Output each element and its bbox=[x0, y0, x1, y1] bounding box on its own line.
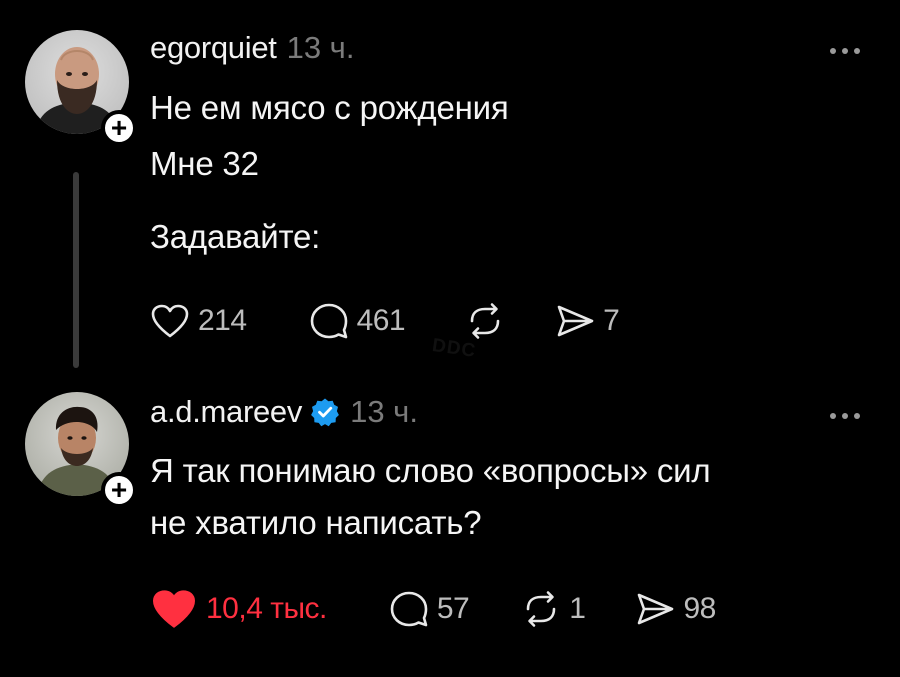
repost-icon bbox=[526, 591, 556, 627]
like-count: 10,4 тыс. bbox=[206, 592, 327, 625]
share-button[interactable]: 7 bbox=[555, 303, 620, 339]
post: + egorquiet 13 ч. Не ем мясо с рождения … bbox=[0, 0, 900, 380]
post-header: egorquiet 13 ч. bbox=[150, 30, 354, 66]
reply-count: 57 bbox=[436, 592, 470, 625]
like-button[interactable]: 10,4 тыс. bbox=[150, 588, 327, 630]
watermark: DDC bbox=[430, 335, 478, 362]
more-dots-icon[interactable] bbox=[830, 413, 860, 419]
send-icon bbox=[557, 305, 594, 337]
follow-plus-icon[interactable]: + bbox=[101, 472, 137, 508]
heart-icon bbox=[151, 304, 189, 338]
reply-count: 461 bbox=[356, 304, 406, 337]
verified-badge-icon bbox=[311, 398, 339, 427]
share-button[interactable]: 98 bbox=[635, 591, 716, 627]
post-text-line: Задавайте: bbox=[150, 218, 321, 255]
heart-icon bbox=[153, 590, 195, 628]
author-avatar[interactable]: + bbox=[25, 30, 137, 146]
post-actions: 214 461 7 bbox=[150, 302, 620, 340]
post-actions: 10,4 тыс. 57 1 98 bbox=[150, 588, 716, 630]
author-avatar[interactable]: + bbox=[25, 392, 137, 508]
repost-button[interactable] bbox=[465, 302, 505, 340]
comment-bubble-icon bbox=[310, 303, 347, 339]
post-text-line: не хватило написать? bbox=[150, 504, 482, 541]
share-count: 98 bbox=[683, 592, 716, 625]
post-text-line: Не ем мясо с рождения bbox=[150, 89, 509, 126]
comment-bubble-icon bbox=[390, 591, 428, 627]
thread-line bbox=[73, 172, 79, 368]
like-button[interactable]: 214 bbox=[150, 303, 247, 339]
reply-button[interactable]: 461 bbox=[309, 302, 406, 340]
like-count: 214 bbox=[198, 304, 247, 337]
username[interactable]: a.d.mareev bbox=[150, 394, 302, 430]
reply-button[interactable]: 57 bbox=[389, 590, 470, 628]
post-time: 13 ч. bbox=[286, 30, 355, 65]
post: + a.d.mareev 13 ч. Я так понимаю слово «… bbox=[0, 380, 900, 677]
post-time: 13 ч. bbox=[350, 394, 418, 429]
repost-icon bbox=[470, 303, 500, 339]
repost-button[interactable]: 1 bbox=[521, 590, 586, 628]
post-header: a.d.mareev 13 ч. bbox=[150, 394, 418, 430]
share-count: 7 bbox=[603, 304, 620, 337]
post-text-line: Мне 32 bbox=[150, 145, 259, 182]
send-icon bbox=[638, 593, 674, 625]
follow-plus-icon[interactable]: + bbox=[101, 110, 137, 146]
repost-count: 1 bbox=[569, 592, 586, 625]
username[interactable]: egorquiet bbox=[150, 30, 277, 66]
post-text-line: Я так понимаю слово «вопросы» сил bbox=[150, 452, 711, 489]
more-dots-icon[interactable] bbox=[830, 48, 860, 54]
